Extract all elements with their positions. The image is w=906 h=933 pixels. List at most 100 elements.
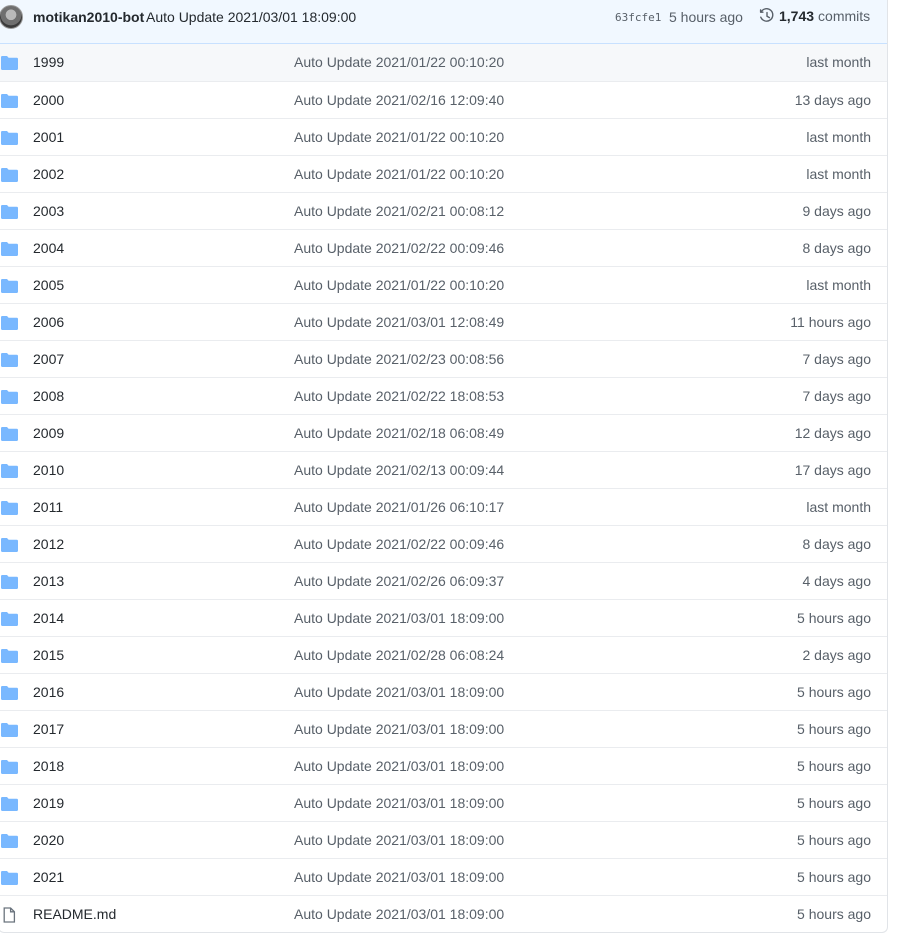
directory-name-link[interactable]: 2021 xyxy=(33,869,64,885)
directory-row[interactable]: 2007 Auto Update 2021/02/23 00:08:56 7 day… xyxy=(0,340,887,377)
directory-name-link[interactable]: 2017 xyxy=(33,721,64,737)
directory-name-link[interactable]: 2009 xyxy=(33,425,64,441)
directory-name-link[interactable]: 2014 xyxy=(33,610,64,626)
row-commit-message-link[interactable]: Auto Update 2021/01/22 00:10:20 xyxy=(294,54,504,70)
directory-row[interactable]: 2004 Auto Update 2021/02/22 00:09:46 8 day… xyxy=(0,229,887,266)
row-commit-message-link[interactable]: Auto Update 2021/02/16 12:09:40 xyxy=(294,92,504,108)
row-commit-message-link[interactable]: Auto Update 2021/03/01 12:08:49 xyxy=(294,314,504,330)
row-commit-message-link[interactable]: Auto Update 2021/02/22 18:08:53 xyxy=(294,388,504,404)
row-commit-message-link[interactable]: Auto Update 2021/03/01 18:09:00 xyxy=(294,832,504,848)
file-name-link[interactable]: README.md xyxy=(33,906,116,922)
directory-name-link[interactable]: 2003 xyxy=(33,203,64,219)
directory-row[interactable]: 2009 Auto Update 2021/02/18 06:08:49 12 da… xyxy=(0,414,887,451)
directory-row[interactable]: 2015 Auto Update 2021/02/28 06:08:24 2 day… xyxy=(0,636,887,673)
directory-name-link[interactable]: 2001 xyxy=(33,129,64,145)
row-commit-message-link[interactable]: Auto Update 2021/03/01 18:09:00 xyxy=(294,795,504,811)
row-commit-message-link[interactable]: Auto Update 2021/02/13 00:09:44 xyxy=(294,462,504,478)
commit-author-link[interactable]: motikan2010-bot xyxy=(33,9,144,25)
folder-icon xyxy=(1,797,18,811)
directory-row[interactable]: 2021 Auto Update 2021/03/01 18:09:00 5 hou… xyxy=(0,858,887,895)
directory-name-link[interactable]: 2016 xyxy=(33,684,64,700)
directory-name-link[interactable]: 2011 xyxy=(33,499,63,515)
row-commit-message-link[interactable]: Auto Update 2021/02/21 00:08:12 xyxy=(294,203,504,219)
commit-message-link[interactable]: Auto Update 2021/03/01 18:09:00 xyxy=(146,9,356,25)
row-commit-age: 13 days ago xyxy=(794,92,871,108)
row-commit-message-link[interactable]: Auto Update 2021/02/22 00:09:46 xyxy=(294,240,504,256)
directory-row[interactable]: 2018 Auto Update 2021/03/01 18:09:00 5 hou… xyxy=(0,747,887,784)
row-commit-message-link[interactable]: Auto Update 2021/03/01 18:09:00 xyxy=(294,758,504,774)
row-commit-message-link[interactable]: Auto Update 2021/02/28 06:08:24 xyxy=(294,647,504,663)
directory-name-link[interactable]: 2005 xyxy=(33,277,64,293)
folder-icon xyxy=(1,871,18,885)
row-commit-age: 8 days ago xyxy=(802,536,872,552)
commit-sha-link[interactable]: 63fcfe1 xyxy=(615,11,661,24)
file-icon xyxy=(3,907,16,923)
directory-row[interactable]: 2011 Auto Update 2021/01/26 06:10:17 last … xyxy=(0,488,887,525)
file-list: 1999 Auto Update 2021/01/22 00:10:20 last … xyxy=(0,44,887,932)
directory-row[interactable]: 2016 Auto Update 2021/03/01 18:09:00 5 hou… xyxy=(0,673,887,710)
row-commit-message-link[interactable]: Auto Update 2021/01/26 06:10:17 xyxy=(294,499,504,515)
row-commit-message-link[interactable]: Auto Update 2021/03/01 18:09:00 xyxy=(294,684,504,700)
directory-row[interactable]: 2000 Auto Update 2021/02/16 12:09:40 13 da… xyxy=(0,81,887,118)
directory-row[interactable]: 2003 Auto Update 2021/02/21 00:08:12 9 day… xyxy=(0,192,887,229)
directory-row[interactable]: 2020 Auto Update 2021/03/01 18:09:00 5 hou… xyxy=(0,821,887,858)
file-row[interactable]: README.md Auto Update 2021/03/01 18:09:00… xyxy=(0,895,887,932)
directory-name-link[interactable]: 1999 xyxy=(33,54,64,70)
row-commit-message-link[interactable]: Auto Update 2021/02/26 06:09:37 xyxy=(294,573,504,589)
directory-row[interactable]: 2008 Auto Update 2021/02/22 18:08:53 7 day… xyxy=(0,377,887,414)
row-commit-message-link[interactable]: Auto Update 2021/03/01 18:09:00 xyxy=(294,610,504,626)
author-avatar[interactable] xyxy=(0,5,23,29)
directory-row[interactable]: 2019 Auto Update 2021/03/01 18:09:00 5 hou… xyxy=(0,784,887,821)
directory-name-link[interactable]: 2012 xyxy=(33,536,64,552)
row-commit-message-link[interactable]: Auto Update 2021/01/22 00:10:20 xyxy=(294,277,504,293)
directory-row[interactable]: 2010 Auto Update 2021/02/13 00:09:44 17 da… xyxy=(0,451,887,488)
row-commit-message-link[interactable]: Auto Update 2021/02/22 00:09:46 xyxy=(294,536,504,552)
directory-name-link[interactable]: 2000 xyxy=(33,92,64,108)
directory-row[interactable]: 2001 Auto Update 2021/01/22 00:10:20 last … xyxy=(0,118,887,155)
directory-row[interactable]: 2013 Auto Update 2021/02/26 06:09:37 4 day… xyxy=(0,562,887,599)
directory-name-link[interactable]: 2002 xyxy=(33,166,64,182)
directory-row[interactable]: 2005 Auto Update 2021/01/22 00:10:20 last … xyxy=(0,266,887,303)
directory-row[interactable]: 2012 Auto Update 2021/02/22 00:09:46 8 day… xyxy=(0,525,887,562)
commits-label: commits xyxy=(818,8,871,24)
folder-icon xyxy=(1,760,18,774)
folder-icon xyxy=(1,94,18,108)
folder-icon xyxy=(1,205,18,219)
row-commit-message-link[interactable]: Auto Update 2021/01/22 00:10:20 xyxy=(294,166,504,182)
row-commit-age: 4 days ago xyxy=(802,573,872,589)
directory-name-link[interactable]: 2013 xyxy=(33,573,64,589)
row-commit-age: 5 hours ago xyxy=(797,758,871,774)
folder-icon xyxy=(1,834,18,848)
folder-icon xyxy=(1,538,18,552)
directory-name-link[interactable]: 2018 xyxy=(33,758,64,774)
directory-row[interactable]: 1999 Auto Update 2021/01/22 00:10:20 last … xyxy=(0,44,887,81)
directory-name-link[interactable]: 2019 xyxy=(33,795,64,811)
folder-icon xyxy=(1,353,18,367)
row-commit-age: last month xyxy=(806,54,871,70)
row-commit-age: 5 hours ago xyxy=(797,869,871,885)
row-commit-age: 5 hours ago xyxy=(797,832,871,848)
row-commit-age: 11 hours ago xyxy=(790,314,871,330)
directory-name-link[interactable]: 2020 xyxy=(33,832,64,848)
directory-name-link[interactable]: 2006 xyxy=(33,314,64,330)
directory-row[interactable]: 2017 Auto Update 2021/03/01 18:09:00 5 hou… xyxy=(0,710,887,747)
directory-name-link[interactable]: 2004 xyxy=(33,240,64,256)
row-commit-message-link[interactable]: Auto Update 2021/02/23 00:08:56 xyxy=(294,351,504,367)
directory-row[interactable]: 2002 Auto Update 2021/01/22 00:10:20 last … xyxy=(0,155,887,192)
history-icon xyxy=(759,8,774,22)
row-commit-message-link[interactable]: Auto Update 2021/03/01 18:09:00 xyxy=(294,906,504,922)
commit-history-link[interactable]: 1,743 commits xyxy=(759,8,870,24)
directory-name-link[interactable]: 2015 xyxy=(33,647,64,663)
row-commit-message-link[interactable]: Auto Update 2021/03/01 18:09:00 xyxy=(294,869,504,885)
row-commit-message-link[interactable]: Auto Update 2021/03/01 18:09:00 xyxy=(294,721,504,737)
directory-name-link[interactable]: 2008 xyxy=(33,388,64,404)
row-commit-message-link[interactable]: Auto Update 2021/02/18 06:08:49 xyxy=(294,425,504,441)
row-commit-message-link[interactable]: Auto Update 2021/01/22 00:10:20 xyxy=(294,129,504,145)
folder-icon xyxy=(1,427,18,441)
directory-name-link[interactable]: 2007 xyxy=(33,351,64,367)
directory-name-link[interactable]: 2010 xyxy=(33,462,64,478)
directory-row[interactable]: 2006 Auto Update 2021/03/01 12:08:49 11 ho… xyxy=(0,303,887,340)
folder-icon xyxy=(1,686,18,700)
directory-row[interactable]: 2014 Auto Update 2021/03/01 18:09:00 5 hou… xyxy=(0,599,887,636)
folder-icon xyxy=(1,131,18,145)
